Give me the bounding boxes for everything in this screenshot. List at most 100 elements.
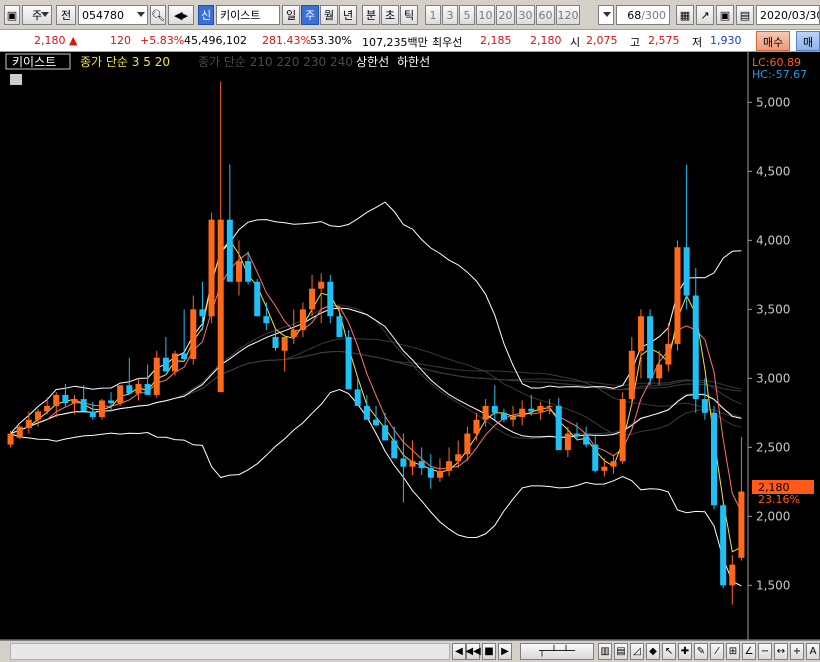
line-tool-icon[interactable]: ⁄	[710, 643, 724, 660]
pencil-icon[interactable]: ✎	[694, 643, 708, 660]
candle-body	[674, 247, 681, 344]
speaker-icon[interactable]: ◀▸	[168, 5, 194, 25]
bar-chart-icon[interactable]: ▤	[614, 643, 628, 660]
number-tab-30[interactable]: 30	[516, 5, 535, 25]
number-tab-1[interactable]: 1	[425, 5, 441, 25]
candle-body	[637, 316, 644, 351]
candle-body	[34, 411, 41, 420]
candle-body	[272, 336, 279, 348]
candle-body	[80, 399, 87, 412]
ma5-line	[46, 252, 742, 513]
candle-body	[318, 281, 325, 289]
candle-body	[263, 316, 270, 324]
count-dropdown[interactable]	[598, 5, 614, 25]
scroll-left-icon[interactable]: ◀	[452, 643, 466, 660]
save-icon[interactable]: ▣	[716, 5, 734, 25]
stock-name-field[interactable]: 키이스트	[216, 5, 280, 25]
trend-tool-icon[interactable]: ↗	[696, 5, 714, 25]
number-tab-5[interactable]: 5	[459, 5, 475, 25]
candle-body	[482, 405, 489, 420]
scroll-track[interactable]	[10, 643, 450, 660]
credit-badge[interactable]: 신	[198, 5, 214, 25]
candle-body	[62, 394, 69, 404]
candle-body	[281, 336, 288, 351]
buy-button[interactable]: 매수	[756, 31, 791, 51]
volume-ratio: 281.43%	[262, 34, 311, 47]
scroll-right-icon[interactable]: ▶	[498, 643, 512, 660]
text-tool-icon[interactable]: A	[806, 643, 820, 660]
crosshair-icon[interactable]: ✚	[678, 643, 692, 660]
stock-code-input[interactable]: 054780	[78, 5, 148, 25]
candle-body	[71, 399, 78, 404]
number-tab-10[interactable]: 10	[476, 5, 495, 25]
candle-body	[446, 461, 453, 471]
print-icon[interactable]: ▤	[736, 5, 754, 25]
period-tab-2[interactable]: 월	[320, 5, 338, 25]
count-input[interactable]: 68/300	[616, 5, 670, 25]
window-icon[interactable]: ▣	[4, 5, 20, 25]
grid-tool-icon[interactable]: ▦	[676, 5, 694, 25]
price-tick-label: 4,500	[756, 164, 790, 178]
current-price-value: 2,180	[34, 34, 66, 47]
number-tab-20[interactable]: 20	[496, 5, 515, 25]
period-tab-3[interactable]: 년	[339, 5, 357, 25]
candle-body	[491, 405, 498, 413]
zoom-out-icon[interactable]: −	[758, 643, 772, 660]
zoom-slider[interactable]: ┬─┴─┴─	[520, 643, 594, 660]
candle-body	[409, 461, 416, 467]
candle-body	[665, 343, 672, 365]
zoom-in-icon[interactable]: +	[790, 643, 804, 660]
candle-body	[519, 408, 526, 417]
period-tab-4[interactable]: 분	[362, 5, 380, 25]
drag-icon[interactable]: ↔	[774, 643, 788, 660]
pointer-icon[interactable]: ↖	[662, 643, 676, 660]
count-value: 68	[627, 8, 642, 22]
chart-type-icon[interactable]: ▥	[598, 643, 612, 660]
chart-scrollbar[interactable]: ◀ ◀◀ ■ ▶ ┬─┴─┴─ ▥ ▤ ◿ ◆ ↖ ✚ ✎ ⁄ ⊞ ∠ − ↔ …	[0, 640, 820, 662]
open-label: 시	[570, 36, 581, 49]
market-select[interactable]: 주	[22, 5, 52, 25]
type-button[interactable]: 전	[56, 5, 76, 25]
line-chart-icon[interactable]: ◿	[630, 643, 644, 660]
date-input[interactable]: 2020/03/30	[756, 5, 820, 25]
search-icon[interactable]: 🔍︎	[150, 5, 166, 25]
candle-body	[171, 353, 179, 372]
stock-code-value: 054780	[82, 8, 124, 22]
table-icon[interactable]	[10, 74, 22, 85]
legend-ma-short: 종가 단순 3 5 20	[80, 55, 170, 69]
candle-body	[656, 364, 663, 379]
period-tab-0[interactable]: 일	[282, 5, 300, 25]
period-tab-1[interactable]: 주	[301, 5, 319, 25]
number-tab-120[interactable]: 120	[556, 5, 580, 25]
candle-body	[564, 433, 571, 451]
candle-body	[217, 219, 224, 393]
legend-lower-band: 하한선	[397, 55, 430, 69]
candle-body	[208, 219, 215, 317]
period-tab-5[interactable]: 초	[381, 5, 399, 25]
rewind-icon[interactable]: ◀◀	[465, 643, 481, 660]
current-price-marker: 2,180 23.16%	[752, 480, 814, 506]
candle-body	[555, 405, 562, 451]
candle-body	[683, 247, 690, 296]
candle-body	[647, 316, 654, 379]
number-tab-3[interactable]: 3	[442, 5, 458, 25]
candle-body	[382, 425, 389, 441]
chart-canvas[interactable]: 5,000 4,500 4,000 3,500 3,000 2,500 2,000 1,500…	[0, 52, 820, 640]
price-tick-label: 2,000	[756, 509, 790, 523]
candle-body	[226, 219, 233, 282]
price-tick-label: 3,500	[756, 302, 790, 316]
period-tab-6[interactable]: 틱	[400, 5, 418, 25]
candle-body	[711, 412, 718, 506]
number-tab-60[interactable]: 60	[536, 5, 555, 25]
ruler-icon[interactable]: ⊞	[726, 643, 740, 660]
angle-icon[interactable]: ∠	[742, 643, 756, 660]
chart-legend: 키이스트 종가 단순 3 5 20 종가 단순 210 220 230 240 …	[5, 53, 807, 85]
candle-body	[108, 400, 115, 404]
candle-body	[464, 433, 471, 455]
candle-body	[601, 466, 608, 471]
candle-body	[25, 419, 32, 429]
sell-button[interactable]: 매	[796, 31, 820, 51]
stop-icon[interactable]: ■	[482, 643, 496, 660]
area-chart-icon[interactable]: ◆	[646, 643, 660, 660]
candlestick-chart[interactable]: 5,000 4,500 4,000 3,500 3,000 2,500 2,000 1,500…	[0, 52, 820, 640]
